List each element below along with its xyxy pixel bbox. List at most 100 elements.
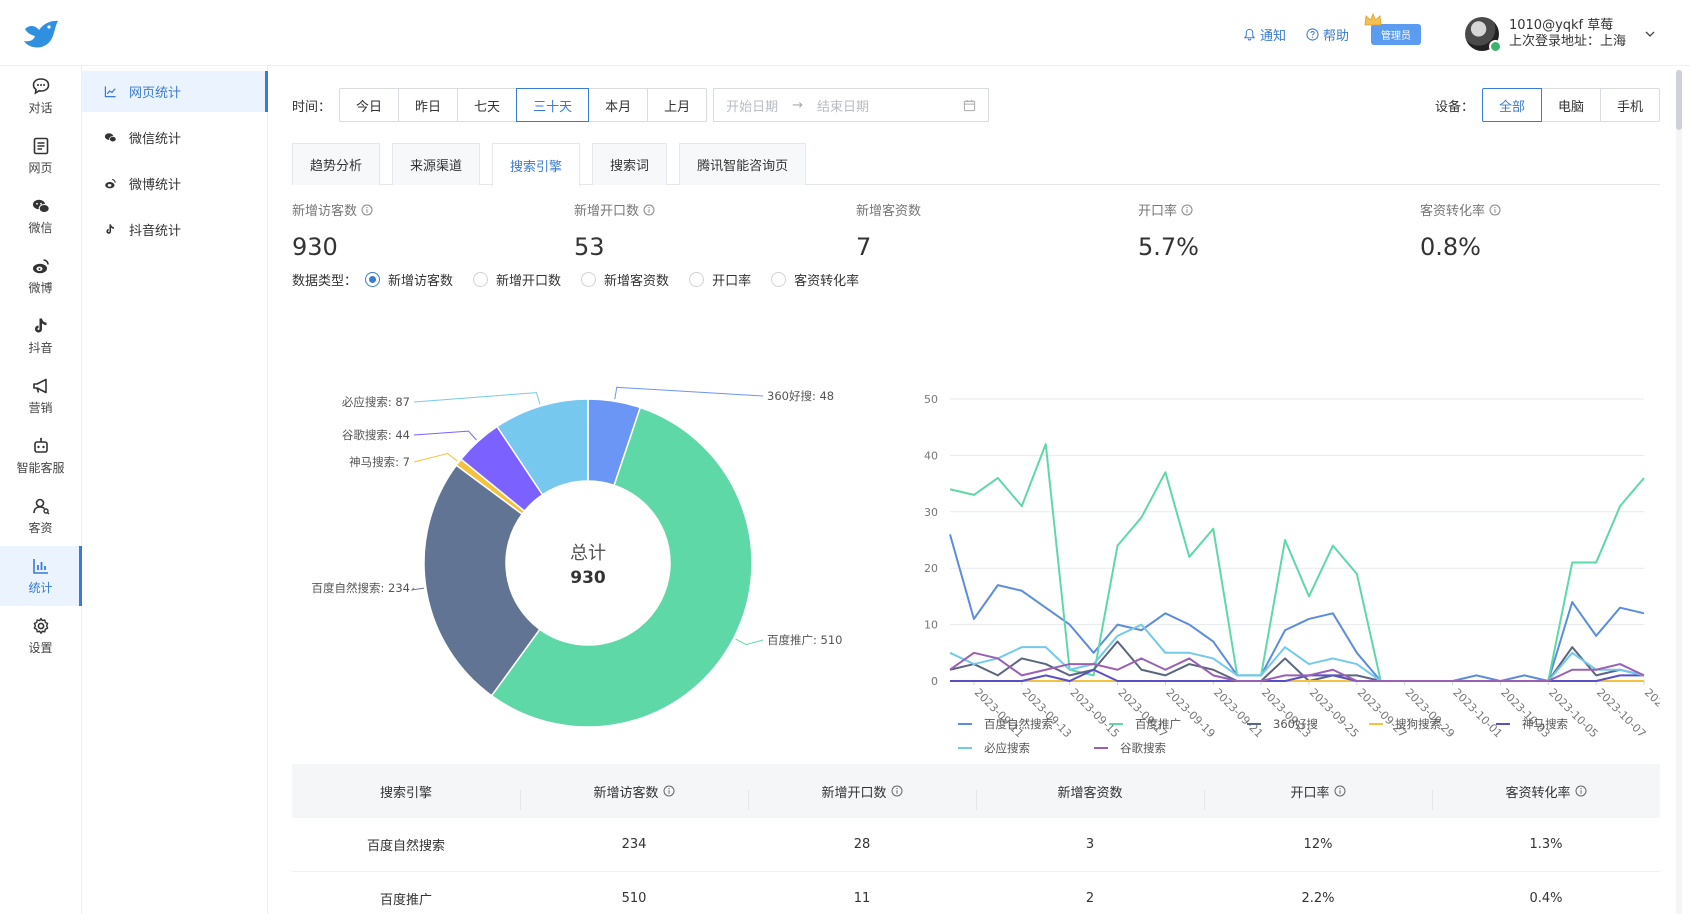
user-menu[interactable]: 1010@yqkf 草莓 上次登录地址：上海 [1464,17,1656,53]
info-icon[interactable] [891,785,903,797]
user-info: 1010@yqkf 草莓 上次登录地址：上海 [1509,18,1626,50]
rail-item-ai-service[interactable]: 智能客服 [0,426,81,486]
x-tick-label: 2023-09-17 [1115,686,1169,740]
tab-source[interactable]: 来源渠道 [392,143,481,185]
series-line[interactable] [949,534,1645,682]
info-icon[interactable] [1489,204,1501,216]
info-icon[interactable] [1181,204,1193,216]
tab-tencent-page[interactable]: 腾讯智能咨询页 [679,143,807,185]
stat-value: 53 [574,233,605,261]
info-icon[interactable] [1575,785,1587,797]
column-header-label: 新增开口数 [821,785,887,801]
radio-new-conversations[interactable]: 新增开口数 [473,270,561,289]
radio-new-visitors[interactable]: 新增访客数 [365,270,453,289]
device-option-mobile[interactable]: 手机 [1599,88,1660,122]
legend-label[interactable]: 百度自然搜索 [984,717,1053,731]
column-header-label: 新增访客数 [593,785,659,801]
rail-item-douyin[interactable]: 抖音 [0,306,81,366]
subnav-item-wechat-stats[interactable]: 微信统计 [82,117,267,158]
gear-icon [33,617,48,634]
subnav-item-web-stats[interactable]: 网页统计 [82,71,268,112]
time-option-30days[interactable]: 三十天 [516,88,590,122]
table-header: 搜索引擎 新增访客数 新增开口数 新增客资数 开口率 客资转化率 [292,764,1660,818]
stat-label: 新增开口数 [574,200,824,219]
stat-lead-conversion: 客资转化率 0.8% [1420,200,1670,261]
date-range-picker[interactable]: 开始日期 → 结束日期 [713,88,990,122]
chat-icon [32,78,49,95]
stat-value: 0.8% [1420,233,1481,261]
range-arrow-icon: → [792,97,804,113]
stat-new-conversations: 新增开口数 53 [574,200,824,261]
rail-item-customers[interactable]: 客资 [0,486,81,546]
radio-open-rate[interactable]: 开口率 [689,270,751,289]
legend-label[interactable]: 谷歌搜索 [1120,741,1166,755]
time-option-this-month[interactable]: 本月 [588,88,649,122]
device-option-pc[interactable]: 电脑 [1540,88,1601,122]
admin-label: 管理员 [1380,30,1411,42]
notify-link[interactable]: 通知 [1243,25,1286,44]
radio-new-leads[interactable]: 新增客资数 [581,270,669,289]
time-option-yesterday[interactable]: 昨日 [398,88,459,122]
radio-label: 新增客资数 [604,273,670,289]
app-window: 通知 帮助 管理员 1010@yqkf 草莓 上次登录地址：上海 对话 网页 微… [0,0,1690,914]
scrollbar[interactable] [1676,70,1682,914]
radio-dot [689,271,705,287]
legend-label[interactable]: 360好搜 [1273,717,1318,731]
device-filter: 设备： 全部 电脑 手机 [1435,88,1660,122]
subnav-item-douyin-stats[interactable]: 抖音统计 [82,209,267,250]
legend-label[interactable]: 搜狗搜索 [1395,717,1441,731]
column-header: 开口率 [1204,782,1432,810]
donut-label-line [413,392,541,405]
info-icon[interactable] [643,204,655,216]
data-type-label: 数据类型： [292,273,358,289]
series-line[interactable] [949,623,1645,682]
rail-label-settings: 设置 [28,641,53,655]
info-icon[interactable] [361,204,373,216]
tab-search-engine[interactable]: 搜索引擎 [492,143,581,186]
start-date-input[interactable]: 开始日期 [726,96,778,115]
legend-label[interactable]: 神马搜索 [1522,717,1568,731]
scrollbar-thumb[interactable] [1676,70,1682,130]
x-tick-label: 2023-10-03 [1498,686,1552,740]
help-link[interactable]: 帮助 [1306,25,1349,44]
table-cell: 2 [1085,891,1095,906]
avatar[interactable] [1464,17,1502,53]
bird-logo-icon[interactable] [22,18,60,52]
donut-label-line [735,638,764,646]
douyin-icon [34,318,46,333]
table-cell: 百度推广 [379,893,432,908]
x-tick-label: 2023-10-05 [1546,686,1600,740]
series-line[interactable] [949,443,1645,682]
tab-trend[interactable]: 趋势分析 [292,143,381,185]
x-tick-label: 2023-09-29 [1403,686,1457,740]
tab-search-terms[interactable]: 搜索词 [592,143,668,185]
rail-item-marketing[interactable]: 营销 [0,366,81,426]
rail-item-settings[interactable]: 设置 [0,606,81,666]
stat-label-text: 客资转化率 [1420,204,1486,219]
time-option-last-month[interactable]: 上月 [647,88,708,122]
table-cell: 0.4% [1529,891,1563,906]
stat-label: 客资转化率 [1420,200,1670,219]
time-option-7days[interactable]: 七天 [457,88,518,122]
calendar-icon[interactable] [963,99,976,112]
info-icon[interactable] [1334,785,1346,797]
legend-label[interactable]: 百度推广 [1135,717,1181,731]
rail-item-weibo[interactable]: 微博 [0,246,81,306]
end-date-input[interactable]: 结束日期 [817,96,869,115]
info-icon[interactable] [663,785,675,797]
rail-item-stats[interactable]: 统计 [0,546,82,606]
device-option-all[interactable]: 全部 [1481,88,1542,122]
rail-item-wechat[interactable]: 微信 [0,186,81,246]
chevron-down-icon[interactable] [1644,28,1656,40]
legend-label[interactable]: 必应搜索 [984,741,1030,755]
time-option-today[interactable]: 今日 [339,88,400,122]
table-cell: 1.3% [1529,837,1563,852]
rail-item-chat[interactable]: 对话 [0,66,81,126]
donut-label-line [410,587,424,591]
subnav-item-weibo-stats[interactable]: 微博统计 [82,163,267,204]
radio-lead-conversion[interactable]: 客资转化率 [771,270,859,289]
y-tick-label: 0 [931,675,938,688]
douyin-icon [106,224,115,234]
rail-label-weibo: 微博 [28,281,53,295]
rail-item-webpage[interactable]: 网页 [0,126,81,186]
